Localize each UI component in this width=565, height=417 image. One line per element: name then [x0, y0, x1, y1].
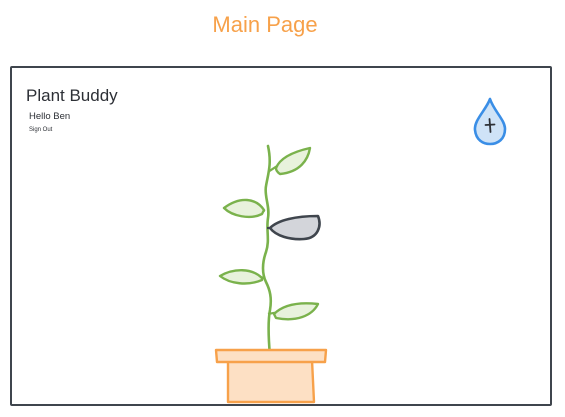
flower-pot-icon [214, 348, 328, 404]
leaf-selected[interactable] [268, 214, 321, 241]
leaf-bottom-right[interactable] [272, 302, 320, 321]
leaf-icon [218, 269, 264, 285]
leaf-upper-left[interactable] [222, 198, 266, 219]
leaf-icon [274, 146, 312, 176]
greeting-text: Hello Ben [29, 111, 71, 122]
leaf-icon [272, 302, 320, 321]
leaf-icon [268, 214, 321, 241]
plant-stem [261, 144, 273, 358]
page-heading: Main Page [212, 12, 318, 37]
sign-out-link[interactable]: Sign Out [29, 127, 52, 133]
leaf-icon [222, 198, 266, 219]
leaf-top-right[interactable] [274, 146, 312, 176]
app-window: Plant Buddy Hello Ben Sign Out [10, 66, 552, 406]
water-button[interactable] [470, 96, 510, 148]
leaf-lower-left[interactable] [218, 269, 264, 285]
app-title: Plant Buddy [26, 86, 118, 105]
